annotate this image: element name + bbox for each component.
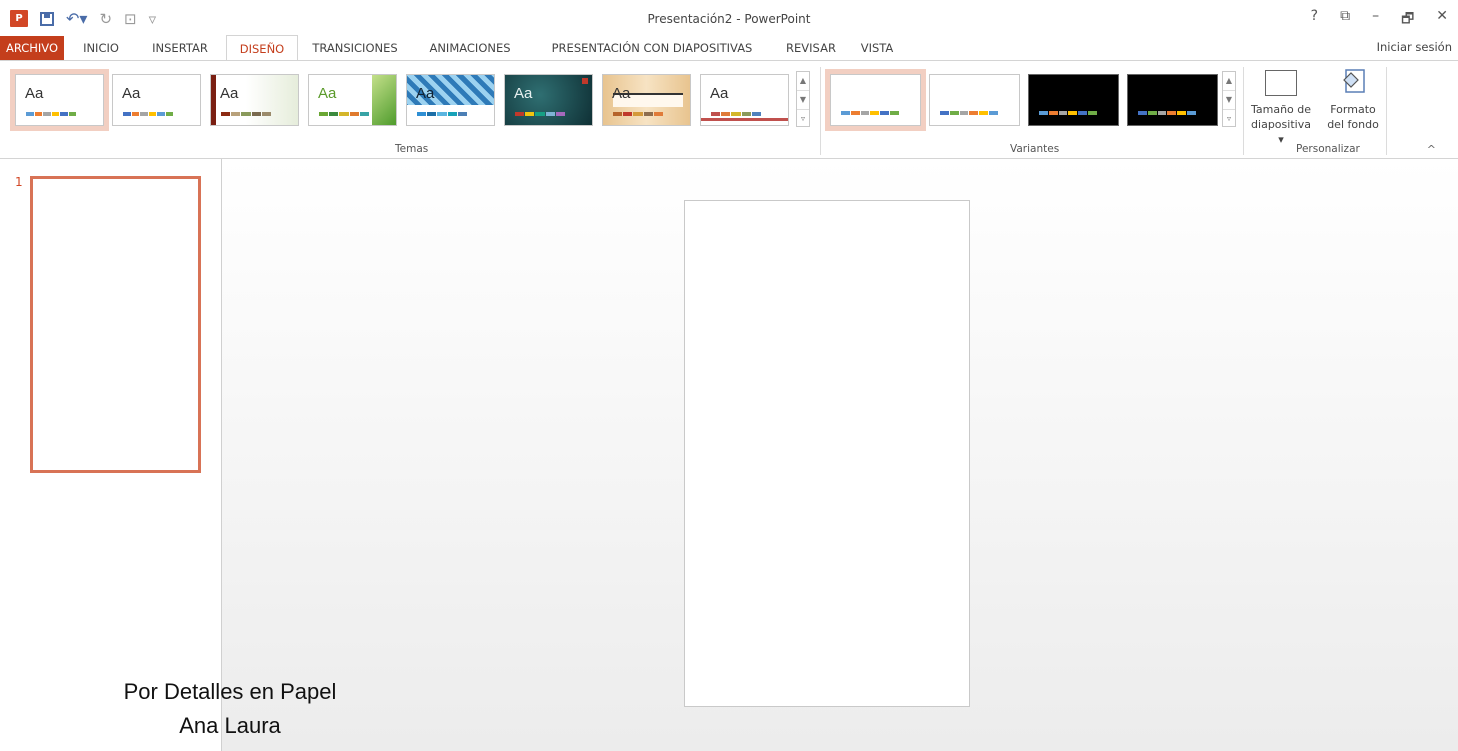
- theme-office[interactable]: Aa: [10, 69, 109, 131]
- scroll-up-icon[interactable]: ▲: [1223, 72, 1235, 91]
- variants-group-label: Variantes: [1010, 143, 1060, 155]
- format-background-button[interactable]: Formato del fondo: [1322, 66, 1384, 132]
- customize-group-label: Personalizar: [1296, 143, 1360, 155]
- tab-animaciones[interactable]: ANIMACIONES: [418, 36, 522, 60]
- tab-diseno[interactable]: DISEÑO: [226, 35, 298, 61]
- paint-bucket-icon: [1338, 66, 1368, 96]
- theme-4[interactable]: Aa: [308, 74, 397, 126]
- watermark-text: Por Detalles en Papel Ana Laura: [0, 675, 460, 743]
- ribbon-tabs: ARCHIVO INICIO INSERTAR DISEÑO TRANSICIO…: [0, 35, 1458, 61]
- help-icon[interactable]: ?: [1311, 8, 1318, 32]
- tab-inicio[interactable]: INICIO: [72, 36, 130, 60]
- group-separator: [820, 67, 821, 155]
- theme-colors: [711, 112, 762, 116]
- theme-colors: [123, 112, 173, 116]
- slide-editing-area: [222, 159, 1458, 751]
- slide-size-icon: [1265, 70, 1297, 96]
- slide-size-label-1: Tamaño de: [1250, 103, 1312, 116]
- variant-4[interactable]: [1127, 74, 1218, 126]
- ribbon-display-options-icon[interactable]: ⧉: [1340, 8, 1350, 32]
- theme-2[interactable]: Aa: [112, 74, 201, 126]
- theme-label: Aa: [612, 85, 631, 102]
- theme-label: Aa: [122, 85, 141, 102]
- sign-in-link[interactable]: Iniciar sesión: [1377, 40, 1452, 54]
- theme-colors: [417, 112, 468, 116]
- theme-7[interactable]: Aa: [602, 74, 691, 126]
- theme-accent-stripe: [211, 75, 216, 125]
- themes-group-label: Temas: [395, 143, 429, 155]
- slide-thumbnail[interactable]: [30, 176, 201, 473]
- ribbon: Aa Aa Aa Aa Aa Aa Aa Aa ▲ ▼ ▿ Temas ▲ ▼ …: [0, 60, 1458, 159]
- theme-3[interactable]: Aa: [210, 74, 299, 126]
- close-icon[interactable]: ✕: [1436, 8, 1448, 32]
- tab-presentacion[interactable]: PRESENTACIÓN CON DIAPOSITIVAS: [534, 36, 770, 60]
- theme-colors: [319, 112, 370, 116]
- theme-label: Aa: [514, 85, 533, 102]
- theme-colors: [515, 112, 566, 116]
- scroll-down-icon[interactable]: ▼: [797, 91, 809, 110]
- watermark-line-2: Ana Laura: [179, 713, 281, 738]
- theme-label: Aa: [416, 85, 435, 102]
- themes-gallery-scroll[interactable]: ▲ ▼ ▿: [796, 71, 810, 127]
- collapse-ribbon-icon[interactable]: ^: [1427, 143, 1436, 156]
- theme-colors: [613, 112, 664, 116]
- theme-label: Aa: [25, 85, 44, 102]
- slide-canvas[interactable]: [684, 200, 970, 707]
- group-separator: [1386, 67, 1387, 155]
- variant-colors: [940, 111, 998, 115]
- theme-5[interactable]: Aa: [406, 74, 495, 126]
- theme-label: Aa: [220, 85, 239, 102]
- theme-6[interactable]: Aa: [504, 74, 593, 126]
- variant-2[interactable]: [929, 74, 1020, 126]
- variant-colors: [841, 111, 899, 115]
- gallery-more-icon[interactable]: ▿: [797, 110, 809, 128]
- theme-8[interactable]: Aa: [700, 74, 789, 126]
- restore-icon[interactable]: 🗗: [1401, 8, 1414, 32]
- slide-size-button[interactable]: Tamaño de diapositiva ▾: [1250, 66, 1312, 147]
- format-background-label-1: Formato: [1330, 103, 1376, 116]
- window-title: Presentación2 - PowerPoint: [647, 12, 811, 26]
- theme-label: Aa: [318, 85, 337, 102]
- tab-insertar[interactable]: INSERTAR: [140, 36, 220, 60]
- tab-transiciones[interactable]: TRANSICIONES: [304, 36, 406, 60]
- format-background-label-2: del fondo: [1327, 118, 1379, 131]
- variant-3[interactable]: [1028, 74, 1119, 126]
- watermark-line-1: Por Detalles en Papel: [123, 679, 337, 704]
- variants-gallery-scroll[interactable]: ▲ ▼ ▿: [1222, 71, 1236, 127]
- minimize-icon[interactable]: –: [1372, 8, 1379, 32]
- variant-colors: [1039, 111, 1097, 115]
- tab-archivo[interactable]: ARCHIVO: [0, 36, 64, 60]
- theme-colors: [221, 112, 272, 116]
- scroll-down-icon[interactable]: ▼: [1223, 91, 1235, 110]
- variant-1[interactable]: [825, 69, 926, 131]
- tab-revisar[interactable]: REVISAR: [778, 36, 844, 60]
- scroll-up-icon[interactable]: ▲: [797, 72, 809, 91]
- tab-vista[interactable]: VISTA: [852, 36, 902, 60]
- title-bar: P ↶▾ ↻ ⊡ ▿ Presentación2 - PowerPoint ? …: [0, 0, 1458, 36]
- theme-accent-shape: [372, 75, 396, 125]
- variant-colors: [1138, 111, 1196, 115]
- slide-number: 1: [15, 175, 23, 189]
- gallery-more-icon[interactable]: ▿: [1223, 110, 1235, 128]
- slides-pane: 1: [0, 159, 222, 751]
- theme-colors: [26, 112, 76, 116]
- window-controls: ? ⧉ – 🗗 ✕: [1311, 8, 1448, 32]
- group-separator: [1243, 67, 1244, 155]
- theme-label: Aa: [710, 85, 729, 102]
